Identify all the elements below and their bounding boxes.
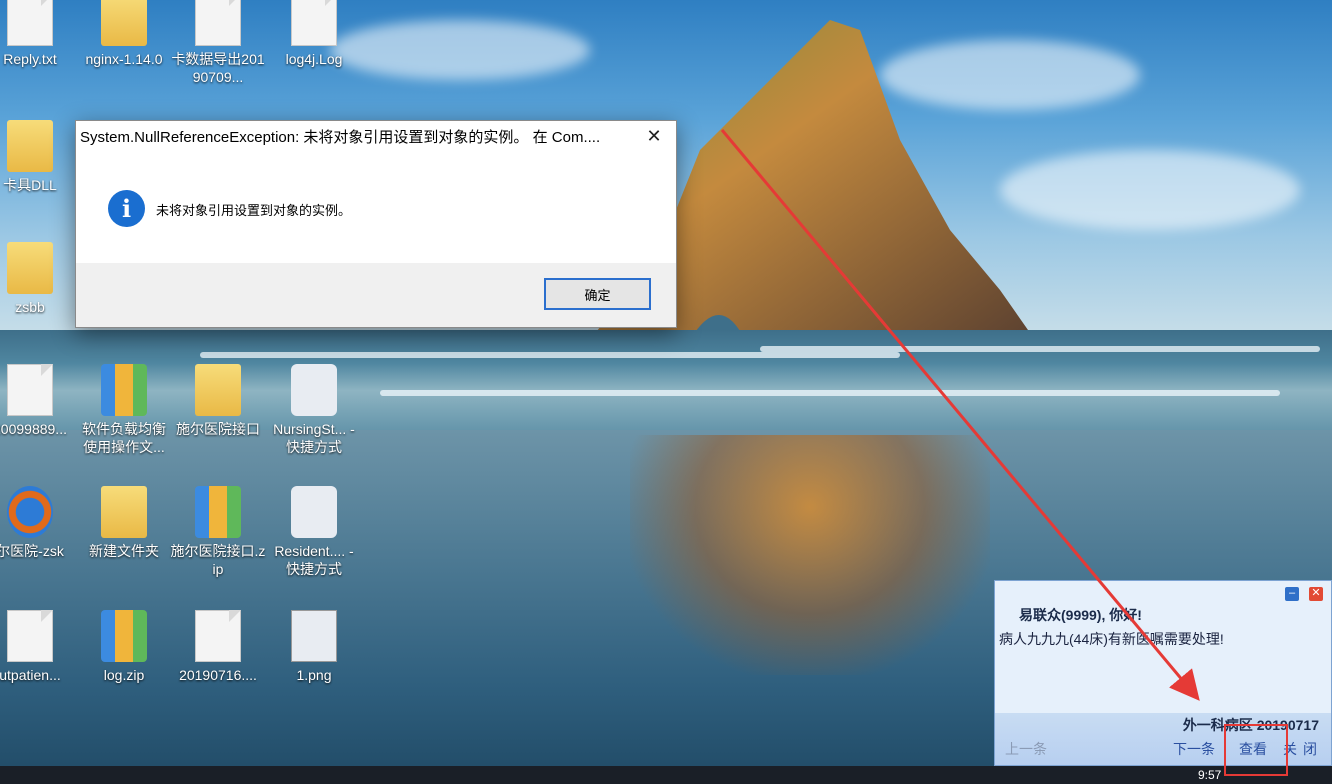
desktop-icon-label: 20190716.... xyxy=(179,667,257,683)
desktop-icon-card-export[interactable]: 卡数据导出20190709... xyxy=(170,0,266,86)
desktop-icon-hospital-zsk[interactable]: 尔医院-zsk xyxy=(0,486,78,560)
desktop-icon-hospital-interface[interactable]: 施尔医院接口 xyxy=(170,364,266,438)
zip-icon xyxy=(101,610,147,662)
desktop-icon-label: utpatien... xyxy=(0,667,61,683)
desktop-icon-reply[interactable]: Reply.txt xyxy=(0,0,78,68)
nurse-app-icon xyxy=(291,364,337,416)
annotation-highlight-box xyxy=(1224,724,1288,776)
minimize-icon[interactable]: – xyxy=(1285,587,1299,601)
desktop-icon-label: 软件负载均衡使用操作文... xyxy=(82,421,166,455)
dialog-message: 未将对象引用设置到对象的实例。 xyxy=(156,203,352,218)
doctor-app-icon xyxy=(291,486,337,538)
desktop-icon-dll[interactable]: 卡具DLL xyxy=(0,120,78,194)
app-shortcut-icon xyxy=(7,486,53,538)
zip-icon xyxy=(195,486,241,538)
dialog-title: System.NullReferenceException: 未将对象引用设置到… xyxy=(80,129,601,146)
ok-button[interactable]: 确定 xyxy=(544,278,651,310)
file-icon xyxy=(291,0,337,46)
dialog-footer: 确定 xyxy=(76,263,676,327)
taskbar xyxy=(0,766,1332,784)
folder-icon xyxy=(101,0,147,46)
desktop-icon-label: log4j.Log xyxy=(285,51,343,67)
desktop-icon-log-zip[interactable]: log.zip xyxy=(76,610,172,684)
image-file-icon xyxy=(291,610,337,662)
wallpaper-reflection xyxy=(630,435,990,675)
wallpaper-wave xyxy=(760,346,1320,352)
folder-icon xyxy=(195,364,241,416)
next-link[interactable]: 下一条 xyxy=(1173,739,1215,759)
desktop-icon-20099889[interactable]: 20099889... xyxy=(0,364,78,438)
prev-link[interactable]: 上一条 xyxy=(1005,739,1047,759)
desktop-icon-label: 卡具DLL xyxy=(3,177,57,193)
taskbar-clock[interactable]: 9:57 xyxy=(1198,768,1221,782)
desktop-icon-label: zsbb xyxy=(15,299,45,315)
file-icon xyxy=(195,0,241,46)
notification-greeting: 易联众(9999), 你好! xyxy=(1019,607,1142,623)
desktop-icon-nursing-shortcut[interactable]: NursingSt... - 快捷方式 xyxy=(266,364,362,456)
close-link[interactable]: 关闭 xyxy=(1283,739,1323,759)
desktop-icon-label: 1.png xyxy=(296,667,332,683)
desktop-icon-label: 尔医院-zsk xyxy=(0,543,64,559)
notification-header: – ✕ xyxy=(995,581,1331,607)
folder-icon xyxy=(7,120,53,172)
desktop-icon-resident-shortcut[interactable]: Resident.... - 快捷方式 xyxy=(266,486,362,578)
desktop-icon-20190716[interactable]: 20190716.... xyxy=(170,610,266,684)
folder-icon xyxy=(7,242,53,294)
notification-message: 病人九九九(44床)有新医嘱需要处理! xyxy=(999,631,1224,647)
desktop-icon-1-png[interactable]: 1.png xyxy=(266,610,362,684)
settings-file-icon xyxy=(7,610,53,662)
desktop-icon-label: 20099889... xyxy=(0,421,67,437)
desktop-icon-load-balance-doc[interactable]: 软件负载均衡使用操作文... xyxy=(76,364,172,456)
desktop-icon-label: NursingSt... - 快捷方式 xyxy=(273,421,355,455)
desktop-icon-zsbb[interactable]: zsbb xyxy=(0,242,78,316)
wallpaper-wave xyxy=(380,390,1280,396)
desktop-icon-outpatient[interactable]: utpatien... xyxy=(0,610,78,684)
desktop-icon-new-folder[interactable]: 新建文件夹 xyxy=(76,486,172,560)
close-icon[interactable]: ✕ xyxy=(632,121,676,152)
desktop-icon-label: Reply.txt xyxy=(3,51,57,67)
text-file-icon xyxy=(7,0,53,46)
desktop-icon-label: log.zip xyxy=(103,667,145,683)
wallpaper-wave xyxy=(200,352,900,358)
desktop-icon-label: 施尔医院接口.zip xyxy=(170,543,266,577)
desktop-icon-label: 新建文件夹 xyxy=(89,543,159,559)
desktop-icon-hospital-interface-zip[interactable]: 施尔医院接口.zip xyxy=(170,486,266,578)
folder-icon xyxy=(101,486,147,538)
desktop-icon-label: 卡数据导出20190709... xyxy=(171,51,265,85)
desktop-icon-label: Resident.... - 快捷方式 xyxy=(274,543,354,577)
close-icon[interactable]: ✕ xyxy=(1309,587,1323,601)
zip-icon xyxy=(101,364,147,416)
info-icon: i xyxy=(108,190,145,227)
desktop-icon-label: nginx-1.14.0 xyxy=(85,51,163,67)
dialog-body: i 未将对象引用设置到对象的实例。 xyxy=(76,152,676,263)
desktop-icon-log4j[interactable]: log4j.Log xyxy=(266,0,362,68)
dialog-title-bar[interactable]: System.NullReferenceException: 未将对象引用设置到… xyxy=(76,121,676,152)
desktop-icon-label: 施尔医院接口 xyxy=(176,421,260,437)
file-icon xyxy=(195,610,241,662)
error-dialog: System.NullReferenceException: 未将对象引用设置到… xyxy=(75,120,677,328)
file-icon xyxy=(7,364,53,416)
desktop-icon-nginx[interactable]: nginx-1.14.0 xyxy=(76,0,172,68)
